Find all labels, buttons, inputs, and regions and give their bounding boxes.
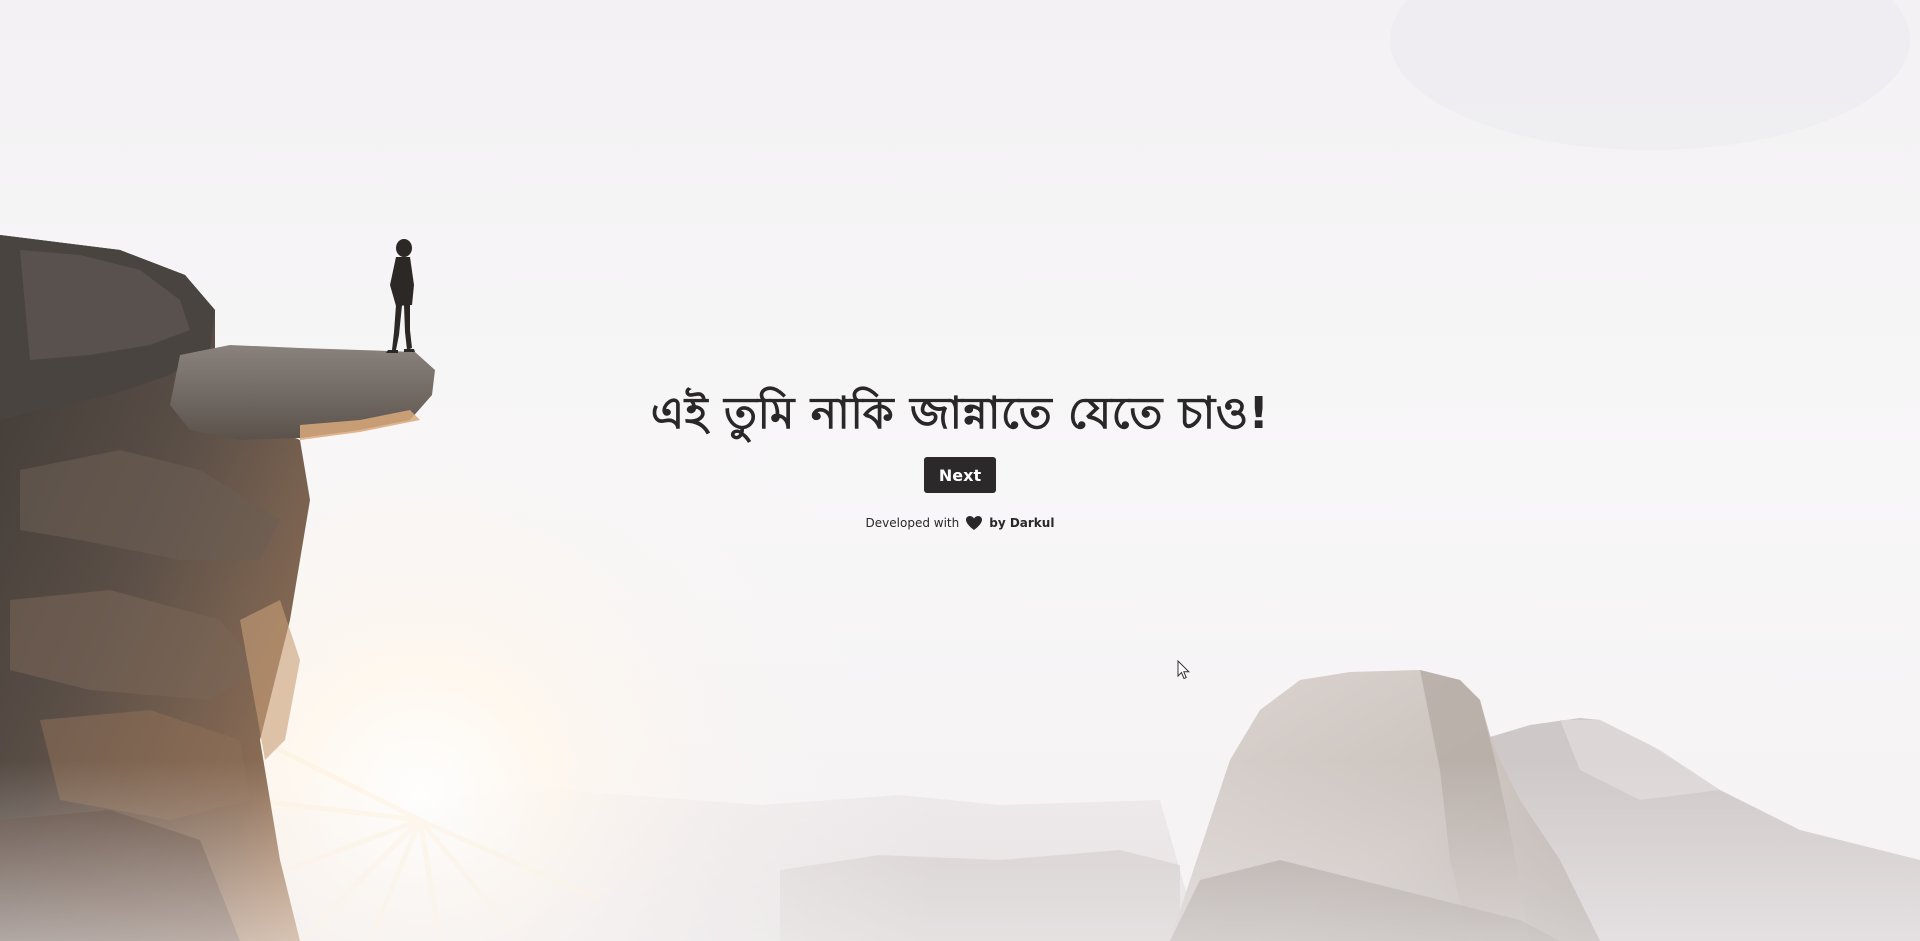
credit-prefix: Developed with xyxy=(865,516,960,530)
credit-author: by Darkul xyxy=(989,516,1055,530)
next-button[interactable]: Next xyxy=(924,457,996,493)
landing-page: এই তুমি নাকি জান্নাতে যেতে চাও! Next Dev… xyxy=(0,0,1920,941)
hero-content: এই তুমি নাকি জান্নাতে যেতে চাও! Next Dev… xyxy=(0,380,1920,531)
mouse-cursor-icon xyxy=(1177,660,1191,680)
developer-credit: Developed with by Darkul xyxy=(865,515,1055,531)
page-headline: এই তুমি নাকি জান্নাতে যেতে চাও! xyxy=(650,388,1270,439)
heart-icon xyxy=(966,516,983,530)
